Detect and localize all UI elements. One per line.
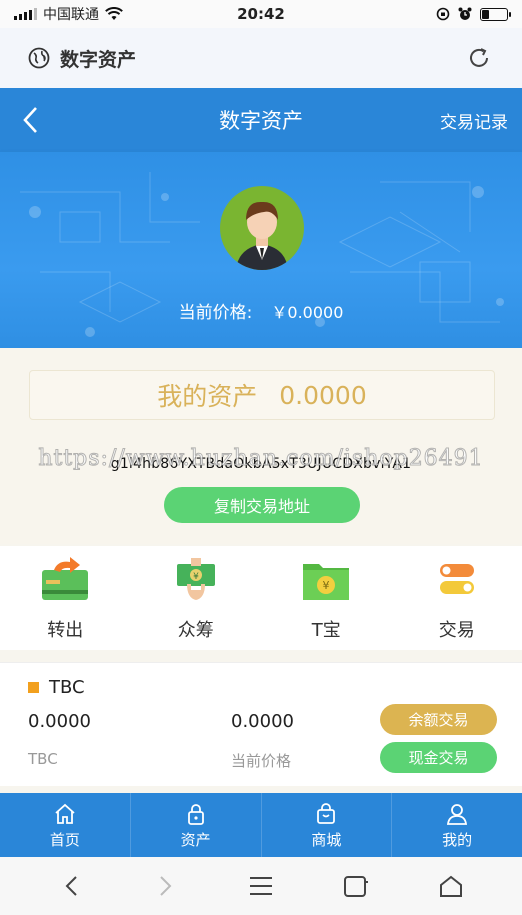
tab-home-label: 首页 — [49, 830, 80, 849]
asset-section: 我的资产 0.0000 g1l4hb86YXTBdaOkbA5xT3UJUCDX… — [0, 348, 522, 544]
tab-mall-label: 商城 — [311, 830, 342, 849]
lock-icon — [183, 801, 209, 827]
status-right — [436, 7, 511, 21]
browser-home-button[interactable] — [431, 866, 471, 906]
current-price-value: ￥0.0000 — [271, 303, 344, 322]
profile-hero: 当前价格: ￥0.0000 — [0, 152, 522, 348]
coin-header: TBC — [28, 677, 85, 698]
action-crowdfund-label: 众筹 — [177, 620, 214, 641]
browser-menu-button[interactable] — [241, 866, 281, 906]
my-assets-value: 0.0000 — [279, 380, 367, 410]
tab-home[interactable]: 首页 — [0, 793, 131, 857]
browser-bottom-bar — [0, 857, 522, 915]
coin-card-tbc: TBC 0.0000 TBC 0.0000 当前价格 余额交易 现金交易 — [0, 662, 522, 786]
coin-price-label: 当前价格 — [231, 752, 292, 770]
browser-back-button[interactable] — [51, 866, 91, 906]
action-trade[interactable]: 交易 — [392, 546, 522, 650]
action-transfer-label: 转出 — [47, 620, 84, 641]
home-icon — [52, 801, 78, 827]
trade-toggle-icon — [432, 556, 482, 602]
refresh-button[interactable] — [464, 43, 494, 73]
balance-trade-button[interactable]: 余额交易 — [380, 704, 497, 735]
action-crowdfund[interactable]: ¥ 众筹 — [131, 546, 262, 650]
globe-icon — [28, 47, 50, 69]
action-tbao[interactable]: ¥ T宝 — [261, 546, 392, 650]
tabs-icon — [343, 876, 368, 897]
tab-assets[interactable]: 资产 — [131, 793, 262, 857]
battery-icon — [480, 7, 511, 21]
transfer-card-icon — [40, 556, 90, 602]
coin-balance-unit: TBC — [28, 750, 58, 768]
coin-name: TBC — [49, 677, 85, 698]
coin-marker — [28, 682, 39, 693]
user-icon — [444, 801, 470, 827]
signal-icon — [14, 8, 37, 20]
browser-tabs-button[interactable] — [336, 866, 376, 906]
action-transfer[interactable]: 转出 — [0, 546, 131, 650]
quick-actions: 转出 ¥ 众筹 ¥ T宝 交易 — [0, 546, 522, 650]
wallet-address: g1l4hb86YXTBdaOkbA5xT3UJUCDXbviYA1 — [110, 456, 412, 472]
svg-text:¥: ¥ — [323, 579, 330, 592]
action-tbao-label: T宝 — [311, 620, 341, 641]
browser-forward-button[interactable] — [146, 866, 186, 906]
chevron-left-icon — [65, 876, 78, 896]
current-price-label: 当前价格: — [178, 303, 253, 323]
tab-mall[interactable]: 商城 — [262, 793, 393, 857]
user-avatar-icon — [236, 201, 288, 270]
status-left: 中国联通 — [14, 4, 123, 24]
chevron-right-icon — [160, 876, 172, 896]
transaction-history-link[interactable]: 交易记录 — [440, 108, 508, 133]
crowdfund-hand-icon: ¥ — [171, 556, 221, 602]
svg-text:¥: ¥ — [193, 572, 199, 582]
tbao-folder-icon: ¥ — [301, 556, 351, 602]
action-trade-label: 交易 — [438, 620, 475, 641]
orientation-lock-icon — [436, 7, 450, 21]
chevron-left-icon — [23, 107, 37, 133]
avatar[interactable] — [220, 186, 304, 270]
coin-price-value: 0.0000 — [231, 711, 294, 732]
home-icon — [439, 875, 462, 897]
tab-mine-label: 我的 — [442, 830, 473, 849]
coin-balance-value: 0.0000 — [28, 711, 91, 732]
browser-title: 数字资产 — [60, 48, 137, 71]
status-bar: 中国联通 20:42 — [0, 0, 522, 28]
current-price-line: 当前价格: ￥0.0000 — [0, 298, 522, 323]
wifi-icon — [105, 7, 123, 20]
menu-icon — [249, 877, 272, 895]
refresh-icon — [470, 48, 488, 67]
back-button[interactable] — [0, 88, 60, 152]
carrier-name: 中国联通 — [43, 7, 99, 23]
tab-mine[interactable]: 我的 — [392, 793, 522, 857]
app-nav-bar: 数字资产 交易记录 — [0, 88, 522, 152]
my-assets-box: 我的资产 0.0000 — [29, 370, 495, 420]
alarm-icon — [458, 7, 472, 20]
cash-trade-button[interactable]: 现金交易 — [380, 742, 497, 773]
browser-header: 数字资产 — [0, 28, 522, 88]
my-assets-label: 我的资产 — [157, 382, 258, 411]
tab-assets-label: 资产 — [180, 830, 211, 849]
bottom-tab-bar: 首页 资产 商城 我的 — [0, 793, 522, 857]
bag-icon — [313, 801, 339, 827]
status-time: 20:42 — [237, 5, 285, 23]
copy-address-button[interactable]: 复制交易地址 — [164, 487, 360, 523]
